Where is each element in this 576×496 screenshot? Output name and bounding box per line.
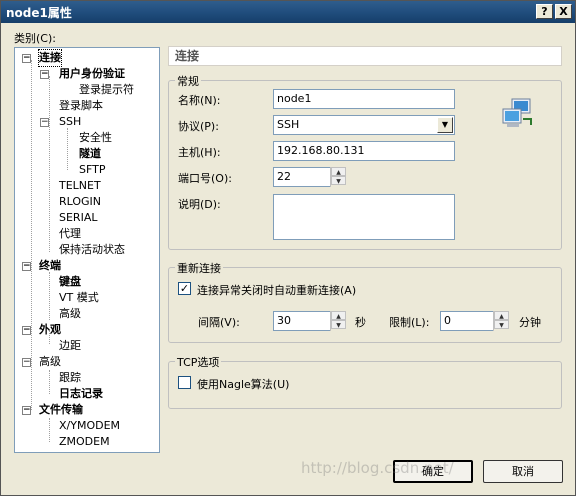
nagle-label: 使用Nagle算法(U) (197, 378, 290, 391)
limit-spinner[interactable]: ▲ ▼ (493, 311, 509, 331)
name-label: 名称(N): (178, 94, 221, 107)
tree-item-security[interactable]: 安全性 (79, 130, 112, 146)
watermark: http://blog.csdn.net/ (301, 459, 454, 477)
tree-item-terminal-advanced[interactable]: 高级 (59, 306, 81, 322)
port-field[interactable]: 22 (273, 167, 331, 187)
tree-item-logging[interactable]: 日志记录 (59, 386, 103, 402)
minutes-label: 分钟 (519, 316, 541, 329)
tree-item-keepalive[interactable]: 保持活动状态 (59, 242, 125, 258)
spin-down-icon[interactable]: ▼ (331, 176, 346, 185)
cancel-button[interactable]: 取消 (483, 460, 563, 483)
tree-item-margins[interactable]: 边距 (59, 338, 81, 354)
tree-line (49, 418, 50, 442)
tree-item-sftp[interactable]: SFTP (79, 162, 105, 178)
protocol-value: SSH (277, 118, 300, 131)
tree-item-keyboard[interactable]: 键盘 (59, 274, 81, 290)
collapse-icon[interactable]: − (22, 406, 31, 415)
tree-item-login-prompt[interactable]: 登录提示符 (79, 82, 134, 98)
title-bar: node1属性 ? X (1, 1, 575, 23)
window-title: node1属性 (6, 6, 72, 20)
close-button[interactable]: X (555, 4, 572, 19)
collapse-icon[interactable]: − (40, 118, 49, 127)
category-label: 类别(C): (14, 32, 56, 45)
tree-item-zmodem[interactable]: ZMODEM (59, 434, 110, 450)
spin-down-icon[interactable]: ▼ (494, 320, 509, 329)
tree-item-serial[interactable]: SERIAL (59, 210, 97, 226)
chevron-down-icon[interactable]: ▼ (437, 117, 453, 133)
collapse-icon[interactable]: − (22, 262, 31, 271)
network-computers-icon (501, 97, 535, 129)
tcp-legend: TCP选项 (175, 354, 222, 370)
tree-item-proxy[interactable]: 代理 (59, 226, 81, 242)
collapse-icon[interactable]: − (22, 358, 31, 367)
collapse-icon[interactable]: − (40, 70, 49, 79)
seconds-label: 秒 (355, 316, 366, 329)
tree-item-vt-mode[interactable]: VT 模式 (59, 290, 99, 306)
host-field[interactable]: 192.168.80.131 (273, 141, 455, 161)
tree-line (67, 128, 68, 170)
tree-line (31, 60, 32, 410)
spin-up-icon[interactable]: ▲ (331, 167, 346, 176)
interval-spinner[interactable]: ▲ ▼ (330, 311, 346, 331)
auto-reconnect-label: 连接异常关闭时自动重新连接(A) (197, 284, 357, 297)
spin-down-icon[interactable]: ▼ (331, 320, 346, 329)
reconnect-group: 重新连接 (168, 260, 562, 343)
nagle-checkbox[interactable] (178, 376, 191, 389)
tree-item-tunnel[interactable]: 隧道 (79, 146, 101, 162)
interval-field[interactable]: 30 (273, 311, 331, 331)
panel-title: 连接 (168, 46, 562, 66)
tree-item-rlogin[interactable]: RLOGIN (59, 194, 101, 210)
limit-field[interactable]: 0 (440, 311, 494, 331)
name-field[interactable]: node1 (273, 89, 455, 109)
auto-reconnect-checkbox[interactable]: ✓ (178, 282, 191, 295)
help-button[interactable]: ? (536, 4, 553, 19)
interval-label: 间隔(V): (198, 316, 240, 329)
tree-line (49, 272, 50, 320)
collapse-icon[interactable]: − (22, 54, 31, 63)
collapse-icon[interactable]: − (22, 326, 31, 335)
tree-line (49, 370, 50, 394)
port-spinner[interactable]: ▲ ▼ (330, 167, 346, 187)
description-label: 说明(D): (178, 198, 221, 211)
category-tree[interactable]: − 连接 − 用户身份验证 登录提示符 登录脚本 − SSH 安全性 隧道 SF… (14, 47, 160, 453)
general-legend: 常规 (175, 73, 201, 89)
description-field[interactable] (273, 194, 455, 240)
tree-line (49, 76, 50, 252)
host-label: 主机(H): (178, 146, 221, 159)
protocol-select[interactable]: SSH ▼ (273, 115, 455, 135)
tree-item-xymodem[interactable]: X/YMODEM (59, 418, 120, 434)
spin-up-icon[interactable]: ▲ (494, 311, 509, 320)
limit-label: 限制(L): (389, 316, 430, 329)
protocol-label: 协议(P): (178, 120, 219, 133)
properties-dialog: node1属性 ? X 类别(C): − 连接 − 用户身份验证 登录提示符 登… (0, 0, 576, 496)
port-label: 端口号(O): (178, 172, 232, 185)
tree-item-telnet[interactable]: TELNET (59, 178, 101, 194)
tree-item-login-script[interactable]: 登录脚本 (59, 98, 103, 114)
tree-item-trace[interactable]: 跟踪 (59, 370, 81, 386)
reconnect-legend: 重新连接 (175, 260, 223, 276)
spin-up-icon[interactable]: ▲ (331, 311, 346, 320)
